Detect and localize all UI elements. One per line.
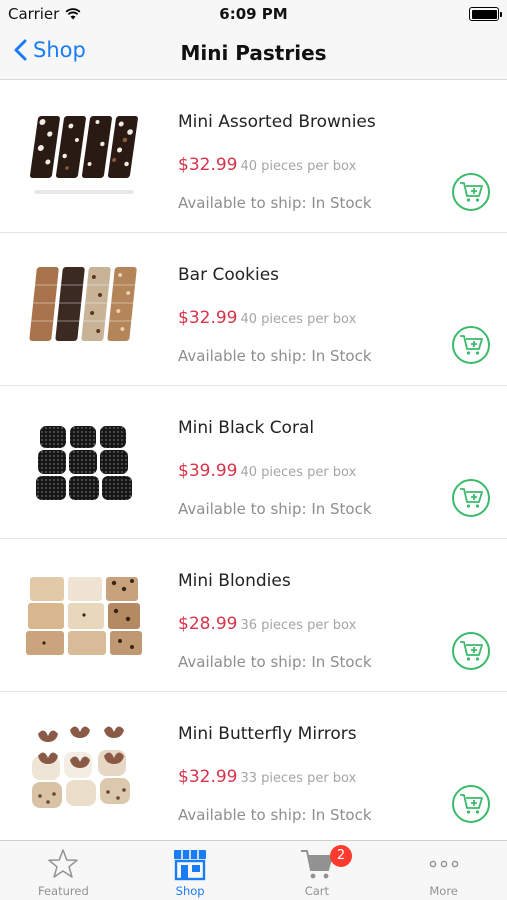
product-image bbox=[36, 426, 132, 500]
tab-label: Featured bbox=[37, 884, 89, 898]
price-line: $32.99 40 pieces per box bbox=[178, 308, 356, 328]
product-row[interactable]: Mini Assorted Brownies $32.99 40 pieces p… bbox=[0, 80, 507, 233]
tab-more[interactable]: More bbox=[380, 841, 507, 900]
cart-plus-icon bbox=[460, 794, 483, 814]
product-image bbox=[29, 116, 138, 194]
product-pieces: 40 pieces per box bbox=[240, 465, 357, 480]
product-row[interactable]: Mini Blondies $28.99 36 pieces per box Av… bbox=[0, 539, 507, 692]
product-price: $32.99 bbox=[178, 155, 238, 175]
product-title: Bar Cookies bbox=[178, 265, 280, 285]
add-to-cart-button[interactable] bbox=[452, 785, 490, 823]
product-image bbox=[32, 726, 130, 808]
product-pieces: 36 pieces per box bbox=[240, 618, 357, 633]
tab-featured[interactable]: Featured bbox=[0, 841, 127, 900]
tab-label: Shop bbox=[175, 884, 205, 898]
product-pieces: 40 pieces per box bbox=[240, 159, 357, 174]
cart-plus-icon bbox=[460, 641, 483, 661]
product-price: $39.99 bbox=[178, 461, 238, 481]
product-title: Mini Blondies bbox=[178, 571, 291, 591]
product-availability: Available to ship: In Stock bbox=[178, 347, 372, 365]
product-title: Mini Assorted Brownies bbox=[178, 112, 376, 132]
cart-plus-icon bbox=[460, 335, 483, 355]
add-to-cart-button[interactable] bbox=[452, 173, 490, 211]
page-title: Mini Pastries bbox=[180, 41, 327, 65]
shop-icon bbox=[174, 850, 207, 881]
product-availability: Available to ship: In Stock bbox=[178, 806, 372, 824]
tab-label: Cart bbox=[304, 884, 330, 898]
product-availability: Available to ship: In Stock bbox=[178, 500, 372, 518]
product-pieces: 40 pieces per box bbox=[240, 312, 357, 327]
tab-label: More bbox=[429, 884, 458, 898]
product-title: Mini Black Coral bbox=[178, 418, 315, 438]
price-line: $39.99 40 pieces per box bbox=[178, 461, 356, 481]
product-availability: Available to ship: In Stock bbox=[178, 194, 372, 212]
add-to-cart-button[interactable] bbox=[452, 479, 490, 517]
add-to-cart-button[interactable] bbox=[452, 632, 490, 670]
navigation-bar: Shop Mini Pastries bbox=[0, 28, 507, 80]
battery-icon bbox=[469, 7, 502, 21]
tab-cart[interactable]: Cart bbox=[254, 841, 381, 900]
product-price: $32.99 bbox=[178, 308, 238, 328]
product-row[interactable]: Mini Butterfly Mirrors $32.99 33 pieces p… bbox=[0, 692, 507, 840]
price-line: $32.99 33 pieces per box bbox=[178, 767, 356, 787]
product-price: $28.99 bbox=[178, 614, 238, 634]
add-to-cart-button[interactable] bbox=[452, 326, 490, 364]
price-line: $32.99 40 pieces per box bbox=[178, 155, 356, 175]
product-availability: Available to ship: In Stock bbox=[178, 653, 372, 671]
product-title: Mini Butterfly Mirrors bbox=[178, 724, 357, 744]
cart-plus-icon bbox=[460, 488, 483, 508]
product-price: $32.99 bbox=[178, 767, 238, 787]
cart-plus-icon bbox=[460, 182, 483, 202]
product-row[interactable]: Mini Black Coral $39.99 40 pieces per box… bbox=[0, 386, 507, 539]
status-time: 6:09 PM bbox=[219, 5, 288, 23]
cart-badge: 2 bbox=[330, 845, 352, 867]
tab-shop[interactable]: Shop bbox=[127, 841, 254, 900]
product-row[interactable]: Bar Cookies $32.99 40 pieces per box Avai… bbox=[0, 233, 507, 386]
status-bar: Carrier 6:09 PM bbox=[0, 0, 507, 28]
tab-bar: Featured Shop Cart More 2 bbox=[0, 840, 507, 900]
product-list: Mini Assorted Brownies $32.99 40 pieces p… bbox=[0, 80, 507, 840]
product-image bbox=[26, 577, 142, 655]
product-pieces: 33 pieces per box bbox=[240, 771, 357, 786]
star-icon bbox=[48, 849, 79, 878]
price-line: $28.99 36 pieces per box bbox=[178, 614, 356, 634]
more-icon bbox=[429, 860, 458, 868]
product-image bbox=[29, 267, 137, 341]
